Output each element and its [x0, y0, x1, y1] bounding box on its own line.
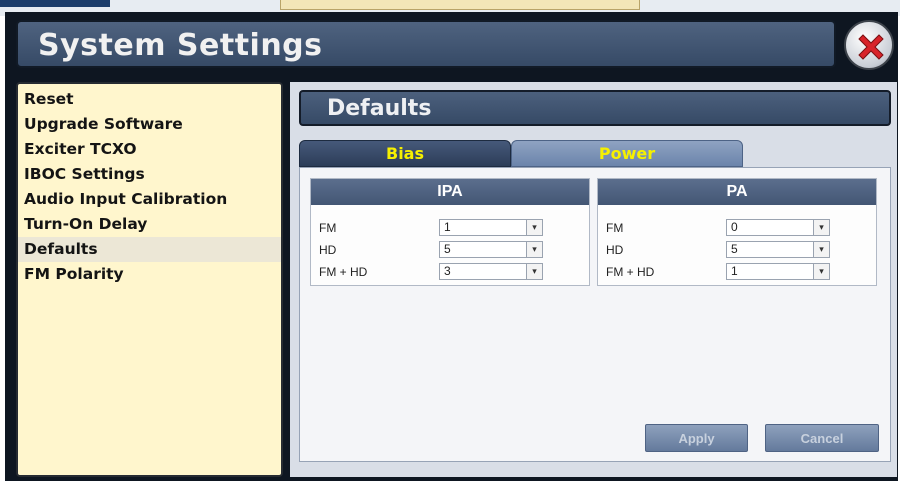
sidebar-item-iboc-settings[interactable]: IBOC Settings — [18, 162, 281, 187]
ipa-fm-label: FM — [319, 221, 337, 235]
sidebar-item-defaults[interactable]: Defaults — [18, 237, 281, 262]
title-bar: System Settings — [16, 20, 836, 68]
ipa-hd-label: HD — [319, 243, 337, 257]
sidebar-item-exciter-tcxo[interactable]: Exciter TCXO — [18, 137, 281, 162]
ipa-row-fm-hd: FM + HD 3 ▾ — [319, 263, 581, 283]
pa-group-title: PA — [598, 179, 876, 205]
main-panel: Defaults Bias Power IPA FM 1 ▾ HD 5 ▾ FM — [290, 82, 897, 477]
ipa-row-hd: HD 5 ▾ — [319, 241, 581, 261]
sidebar-item-fm-polarity[interactable]: FM Polarity — [18, 262, 281, 287]
pa-row-fm-hd: FM + HD 1 ▾ — [606, 263, 868, 283]
tab-bias[interactable]: Bias — [299, 140, 511, 167]
ipa-row-fm: FM 1 ▾ — [319, 219, 581, 239]
chevron-down-icon[interactable]: ▾ — [526, 220, 542, 235]
chevron-down-icon[interactable]: ▾ — [813, 220, 829, 235]
pa-fm-hd-label: FM + HD — [606, 265, 655, 279]
close-button[interactable] — [844, 20, 894, 70]
chevron-down-icon[interactable]: ▾ — [813, 264, 829, 279]
section-header: Defaults — [299, 90, 891, 126]
pa-hd-select[interactable]: 5 ▾ — [726, 241, 830, 258]
top-strip-dark-segment — [0, 0, 110, 7]
tab-content: IPA FM 1 ▾ HD 5 ▾ FM + HD 3 ▾ PA FM 0 ▾ … — [299, 167, 891, 462]
chevron-down-icon[interactable]: ▾ — [526, 242, 542, 257]
window-title: System Settings — [38, 28, 323, 63]
pa-fm-label: FM — [606, 221, 624, 235]
ipa-group: IPA FM 1 ▾ HD 5 ▾ FM + HD 3 ▾ — [310, 178, 590, 286]
sidebar-item-audio-input-calibration[interactable]: Audio Input Calibration — [18, 187, 281, 212]
ipa-fm-select[interactable]: 1 ▾ — [439, 219, 543, 236]
pa-fm-select[interactable]: 0 ▾ — [726, 219, 830, 236]
ipa-group-title: IPA — [311, 179, 589, 205]
tab-power[interactable]: Power — [511, 140, 743, 167]
pa-hd-value: 5 — [731, 242, 738, 256]
cancel-button[interactable]: Cancel — [765, 424, 879, 452]
ipa-fm-hd-value: 3 — [444, 264, 451, 278]
section-title: Defaults — [327, 96, 432, 121]
pa-group: PA FM 0 ▾ HD 5 ▾ FM + HD 1 ▾ — [597, 178, 877, 286]
ipa-fm-hd-select[interactable]: 3 ▾ — [439, 263, 543, 280]
sidebar-item-reset[interactable]: Reset — [18, 87, 281, 112]
sidebar-item-turn-on-delay[interactable]: Turn-On Delay — [18, 212, 281, 237]
ipa-fm-value: 1 — [444, 220, 451, 234]
pa-row-fm: FM 0 ▾ — [606, 219, 868, 239]
top-strip-tab-segment — [280, 0, 640, 10]
sidebar-menu: Reset Upgrade Software Exciter TCXO IBOC… — [16, 82, 283, 477]
chevron-down-icon[interactable]: ▾ — [813, 242, 829, 257]
pa-fm-hd-value: 1 — [731, 264, 738, 278]
apply-button[interactable]: Apply — [645, 424, 748, 452]
pa-row-hd: HD 5 ▾ — [606, 241, 868, 261]
pa-hd-label: HD — [606, 243, 624, 257]
ipa-fm-hd-label: FM + HD — [319, 265, 368, 279]
chevron-down-icon[interactable]: ▾ — [526, 264, 542, 279]
pa-fm-value: 0 — [731, 220, 738, 234]
sidebar-item-upgrade-software[interactable]: Upgrade Software — [18, 112, 281, 137]
ipa-hd-select[interactable]: 5 ▾ — [439, 241, 543, 258]
close-x-icon — [858, 34, 884, 60]
pa-fm-hd-select[interactable]: 1 ▾ — [726, 263, 830, 280]
ipa-hd-value: 5 — [444, 242, 451, 256]
